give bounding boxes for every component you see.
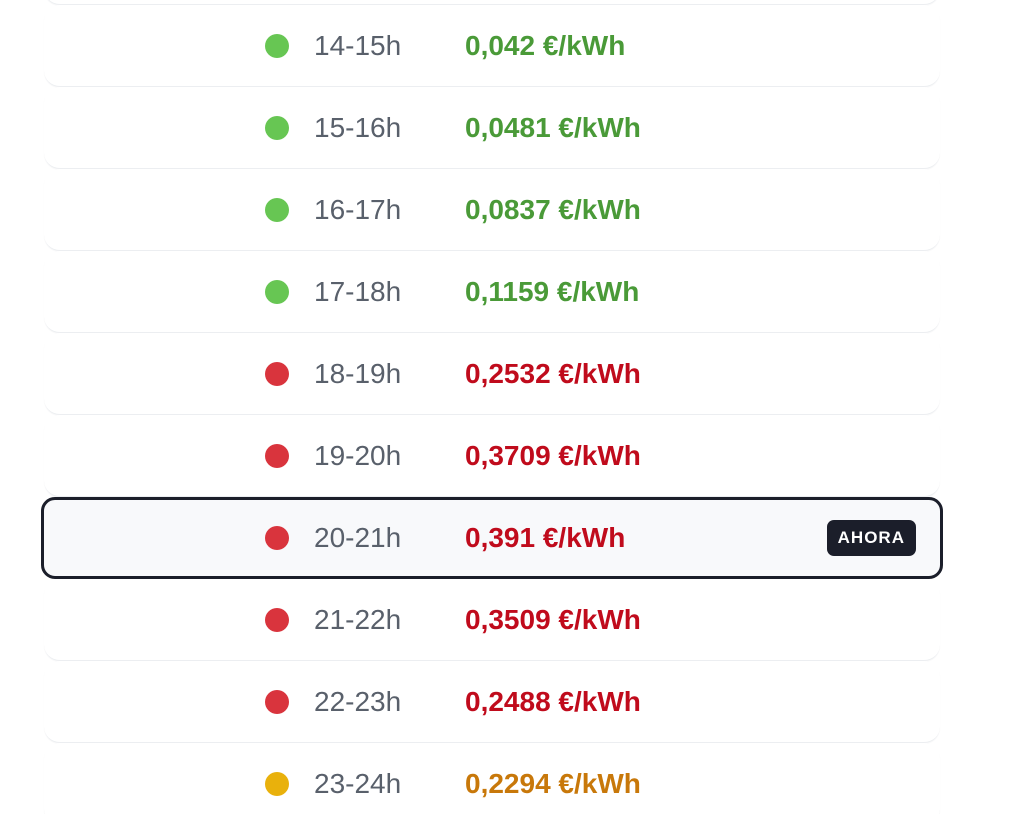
status-dot-icon bbox=[265, 771, 289, 796]
price-row: 15-16h 0,0481 €/kWh bbox=[44, 87, 940, 169]
price-row: 21-22h 0,3509 €/kWh bbox=[44, 579, 940, 661]
price-row: 23-24h 0,2294 €/kWh bbox=[44, 743, 940, 814]
price-value: 0,0837 €/kWh bbox=[465, 193, 641, 225]
hour-range: 17-18h bbox=[314, 275, 402, 307]
price-row: 16-17h 0,0837 €/kWh bbox=[44, 169, 940, 251]
price-row: 22-23h 0,2488 €/kWh bbox=[44, 661, 940, 743]
hour-range: 16-17h bbox=[314, 193, 402, 225]
price-row: 17-18h 0,1159 €/kWh bbox=[44, 251, 940, 333]
status-dot-icon bbox=[265, 279, 289, 304]
hour-range: 22-23h bbox=[314, 685, 402, 717]
price-row: 14-15h 0,042 €/kWh bbox=[44, 5, 940, 87]
status-dot-icon bbox=[265, 115, 289, 140]
now-badge: AHORA bbox=[826, 520, 916, 556]
hour-range: 23-24h bbox=[314, 767, 402, 799]
price-value: 0,3709 €/kWh bbox=[465, 439, 641, 471]
hourly-price-list: 14-15h 0,042 €/kWh 15-16h 0,0481 €/kWh 1… bbox=[41, 0, 943, 814]
status-dot-icon bbox=[265, 33, 289, 58]
status-dot-icon bbox=[265, 526, 289, 550]
hour-range: 18-19h bbox=[314, 357, 402, 389]
status-dot-icon bbox=[265, 689, 289, 714]
hourly-price-viewport: 14-15h 0,042 €/kWh 15-16h 0,0481 €/kWh 1… bbox=[0, 0, 1032, 814]
price-value: 0,391 €/kWh bbox=[465, 522, 626, 553]
hour-range: 21-22h bbox=[314, 603, 402, 635]
price-value: 0,0481 €/kWh bbox=[465, 111, 641, 143]
price-value: 0,2488 €/kWh bbox=[465, 685, 641, 717]
price-value: 0,3509 €/kWh bbox=[465, 603, 641, 635]
hour-range: 14-15h bbox=[314, 29, 402, 61]
price-row-current: 20-21h 0,391 €/kWh AHORA bbox=[41, 497, 943, 579]
price-row: 18-19h 0,2532 €/kWh bbox=[44, 333, 940, 415]
status-dot-icon bbox=[265, 443, 289, 468]
hour-range: 15-16h bbox=[314, 111, 402, 143]
status-dot-icon bbox=[265, 607, 289, 632]
price-value: 0,2532 €/kWh bbox=[465, 357, 641, 389]
status-dot-icon bbox=[265, 361, 289, 386]
price-value: 0,042 €/kWh bbox=[465, 29, 626, 61]
status-dot-icon bbox=[265, 197, 289, 222]
hour-range: 19-20h bbox=[314, 439, 402, 471]
price-value: 0,1159 €/kWh bbox=[465, 275, 640, 307]
price-row: 19-20h 0,3709 €/kWh bbox=[44, 415, 940, 497]
price-value: 0,2294 €/kWh bbox=[465, 767, 641, 799]
hour-range: 20-21h bbox=[314, 522, 402, 553]
